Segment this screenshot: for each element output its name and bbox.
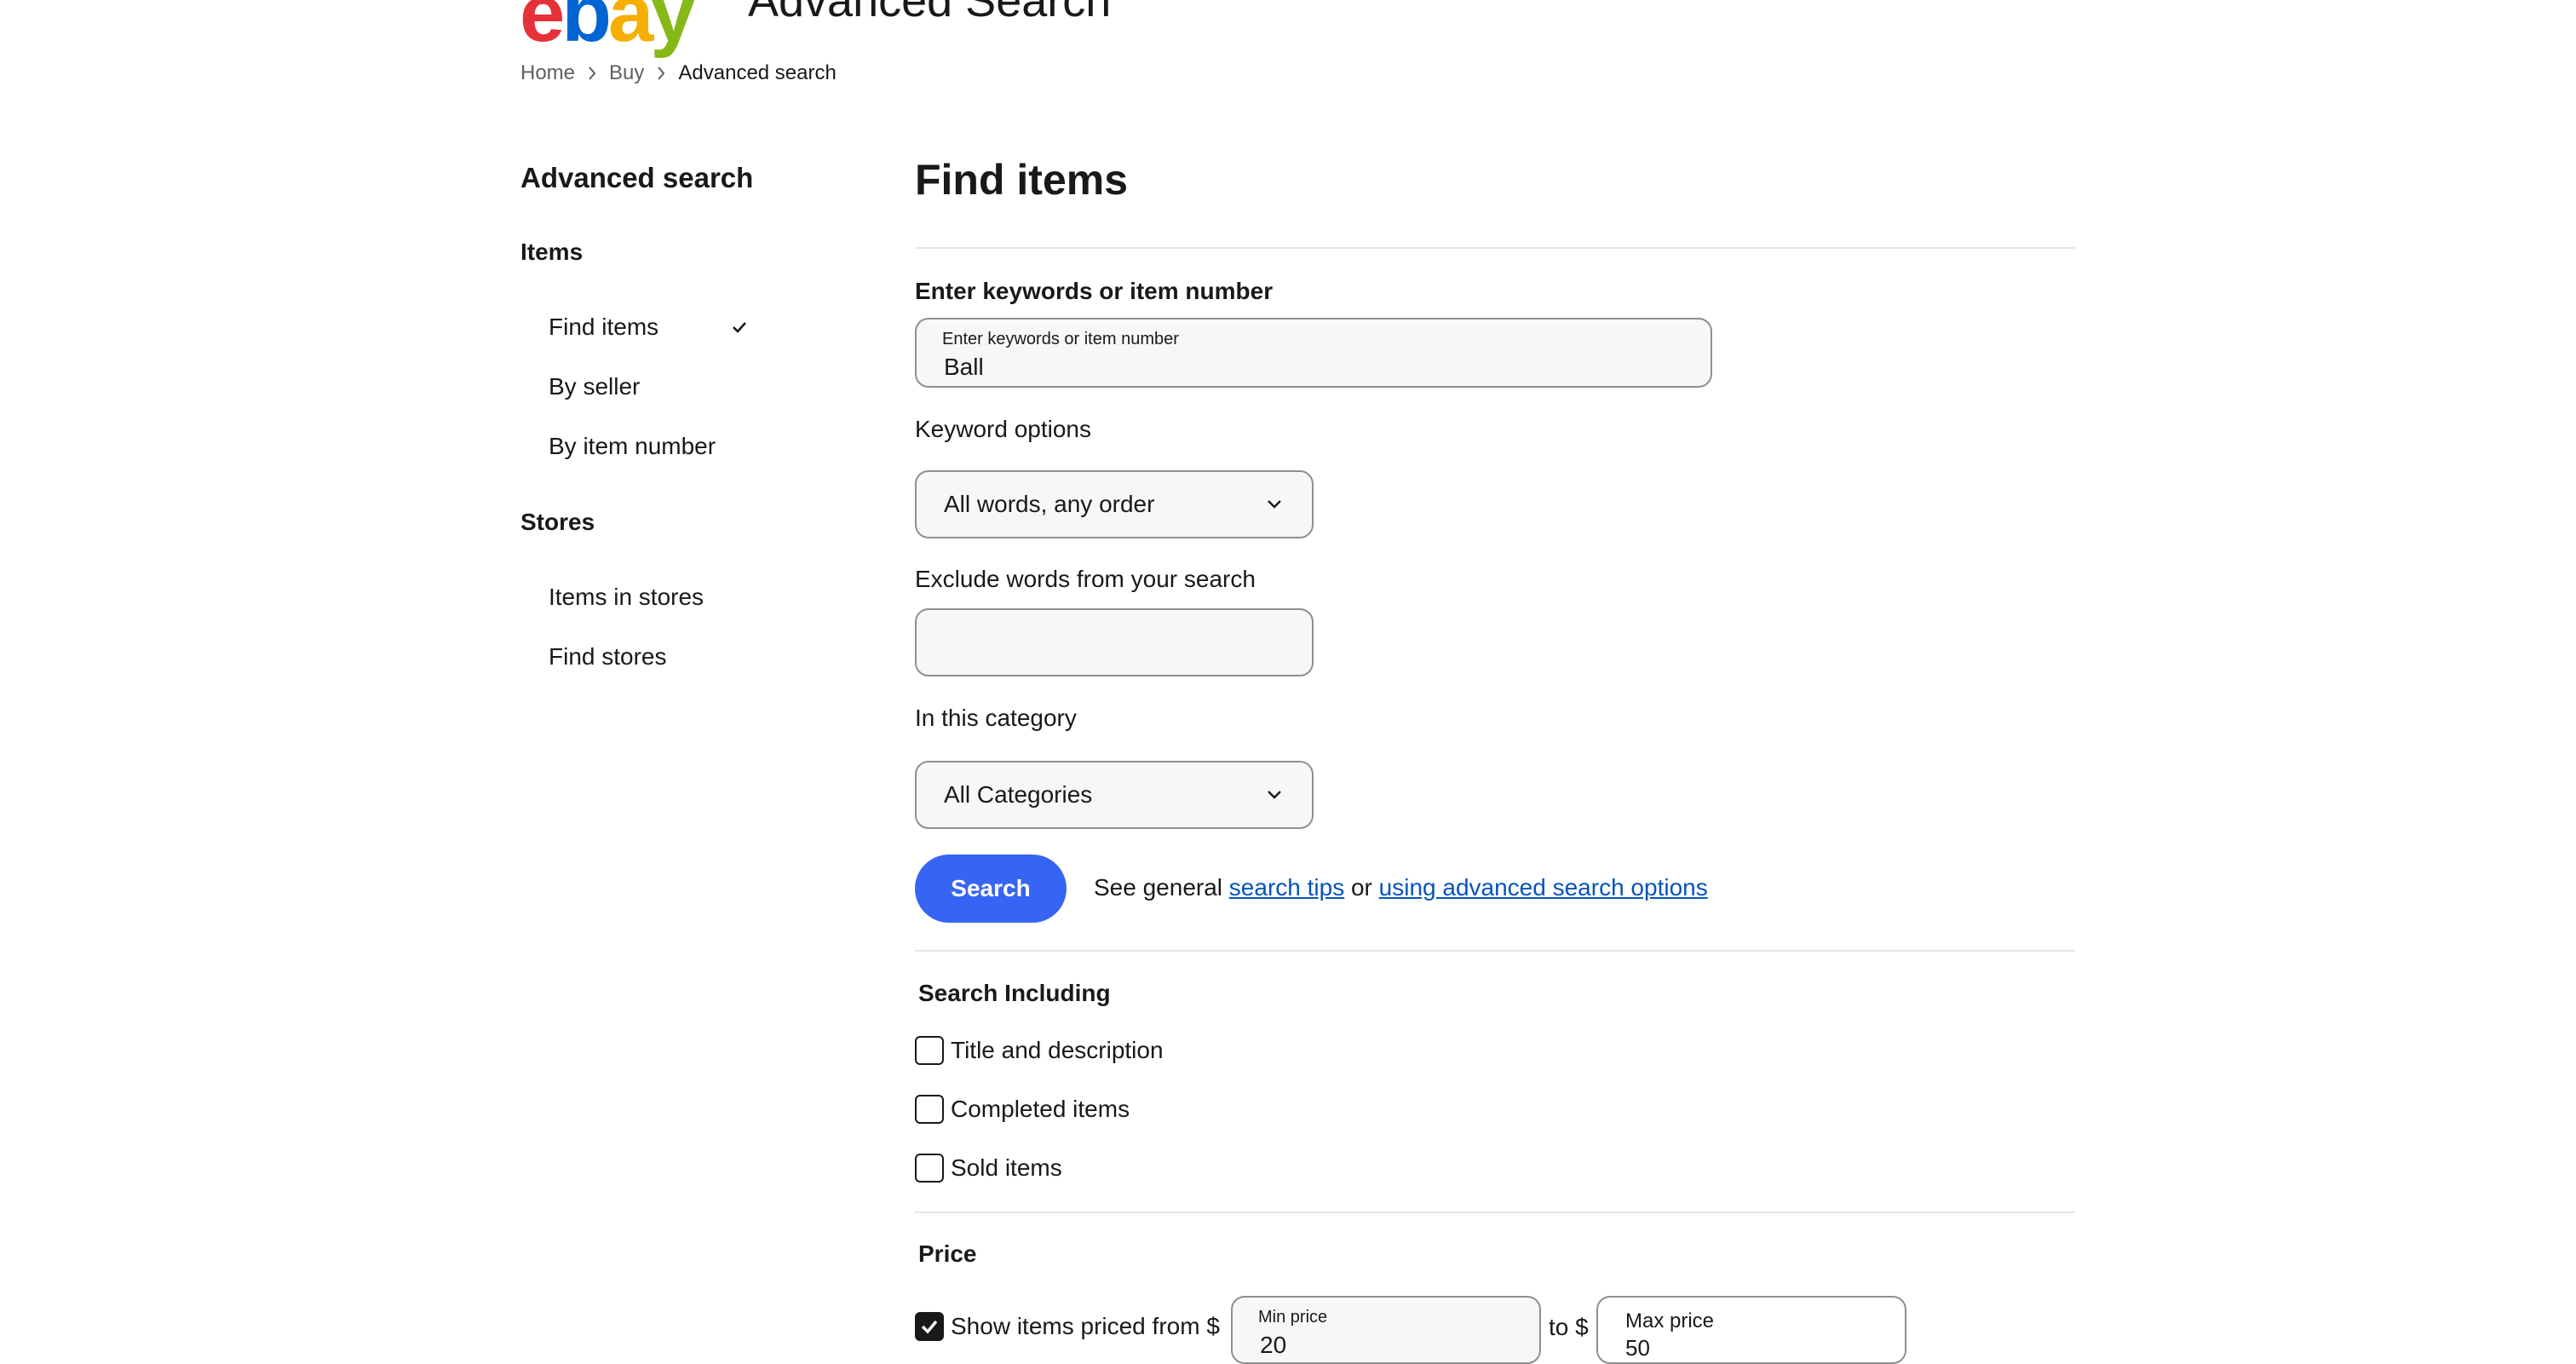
search-tips-text: See general search tips or using advance… <box>1094 874 1708 901</box>
category-label: In this category <box>915 705 1077 731</box>
completed-items-checkbox[interactable] <box>915 1095 944 1124</box>
keywords-label: Enter keywords or item number <box>915 278 1274 304</box>
price-title: Price <box>918 1240 977 1267</box>
max-price-input[interactable]: Max price 50 <box>1596 1296 1906 1364</box>
to-label: to $ <box>1549 1314 1589 1340</box>
divider <box>915 247 2075 249</box>
sidebar-item-by-item-number[interactable]: By item number <box>549 433 716 460</box>
tips-middle: or <box>1350 874 1372 901</box>
divider <box>915 950 2075 952</box>
ebay-logo[interactable]: ebay <box>520 0 696 55</box>
category-select[interactable]: All Categories <box>915 761 1314 829</box>
page-title: Find items <box>915 156 1129 204</box>
search-tips-link[interactable]: search tips <box>1229 874 1344 901</box>
chevron-right-icon <box>587 66 597 81</box>
keyword-options-label: Keyword options <box>915 416 1092 442</box>
keyword-options-value: All words, any order <box>944 491 1155 517</box>
header-title: Advanced Search <box>748 0 1112 26</box>
search-including-title: Search Including <box>918 980 1111 1006</box>
title-description-label: Title and description <box>951 1037 1164 1063</box>
sidebar-title: Advanced search <box>520 162 754 193</box>
sidebar-item-by-seller[interactable]: By seller <box>549 373 640 400</box>
chevron-down-icon <box>1266 498 1283 510</box>
chevron-down-icon <box>1266 789 1283 801</box>
sold-items-option[interactable]: Sold items <box>915 1154 1062 1183</box>
sidebar-item-find-stores[interactable]: Find stores <box>549 643 667 670</box>
sold-items-checkbox[interactable] <box>915 1154 944 1183</box>
search-button[interactable]: Search <box>915 855 1067 923</box>
advanced-search-options-link[interactable]: using advanced search options <box>1379 874 1708 901</box>
tips-prefix: See general <box>1094 874 1223 901</box>
logo-letter-a: a <box>608 0 653 59</box>
keywords-input[interactable]: Enter keywords or item number Ball <box>915 318 1712 388</box>
breadcrumb-current: Advanced search <box>678 61 837 84</box>
title-description-checkbox[interactable] <box>915 1036 944 1065</box>
sidebar-section-stores: Stores <box>520 509 595 535</box>
sidebar-section-items: Items <box>520 239 584 265</box>
completed-items-option[interactable]: Completed items <box>915 1095 1130 1124</box>
min-price-value: 20 <box>1260 1332 1287 1358</box>
title-description-option[interactable]: Title and description <box>915 1036 1164 1065</box>
sold-items-label: Sold items <box>951 1154 1062 1181</box>
divider <box>915 1211 2075 1213</box>
logo-letter-e: e <box>520 0 565 59</box>
price-range-option[interactable]: Show items priced from $ <box>915 1312 1220 1341</box>
min-price-float-label: Min price <box>1258 1308 1328 1327</box>
checkmark-icon <box>731 319 748 340</box>
max-price-value: 50 <box>1625 1335 1650 1361</box>
breadcrumb-home[interactable]: Home <box>520 61 575 85</box>
price-range-label: Show items priced from $ <box>951 1313 1220 1339</box>
price-range-checkbox[interactable] <box>915 1312 944 1341</box>
logo-letter-b: b <box>561 0 612 59</box>
breadcrumb-buy[interactable]: Buy <box>609 61 644 85</box>
category-value: All Categories <box>944 781 1093 808</box>
breadcrumb: Home Buy Advanced search <box>520 60 837 87</box>
completed-items-label: Completed items <box>951 1096 1130 1122</box>
logo-letter-y: y <box>650 0 695 59</box>
exclude-words-input[interactable] <box>915 608 1314 676</box>
max-price-float-label: Max price <box>1625 1309 1715 1332</box>
min-price-input[interactable]: Min price 20 <box>1231 1296 1541 1364</box>
keywords-float-label: Enter keywords or item number <box>942 330 1179 348</box>
checkbox-checked-icon <box>921 1320 938 1334</box>
keywords-value: Ball <box>944 354 984 380</box>
exclude-label: Exclude words from your search <box>915 566 1256 592</box>
chevron-right-icon <box>656 66 666 81</box>
keyword-options-select[interactable]: All words, any order <box>915 470 1314 538</box>
sidebar-item-find-items[interactable]: Find items <box>549 314 658 341</box>
sidebar-item-items-in-stores[interactable]: Items in stores <box>549 584 704 611</box>
